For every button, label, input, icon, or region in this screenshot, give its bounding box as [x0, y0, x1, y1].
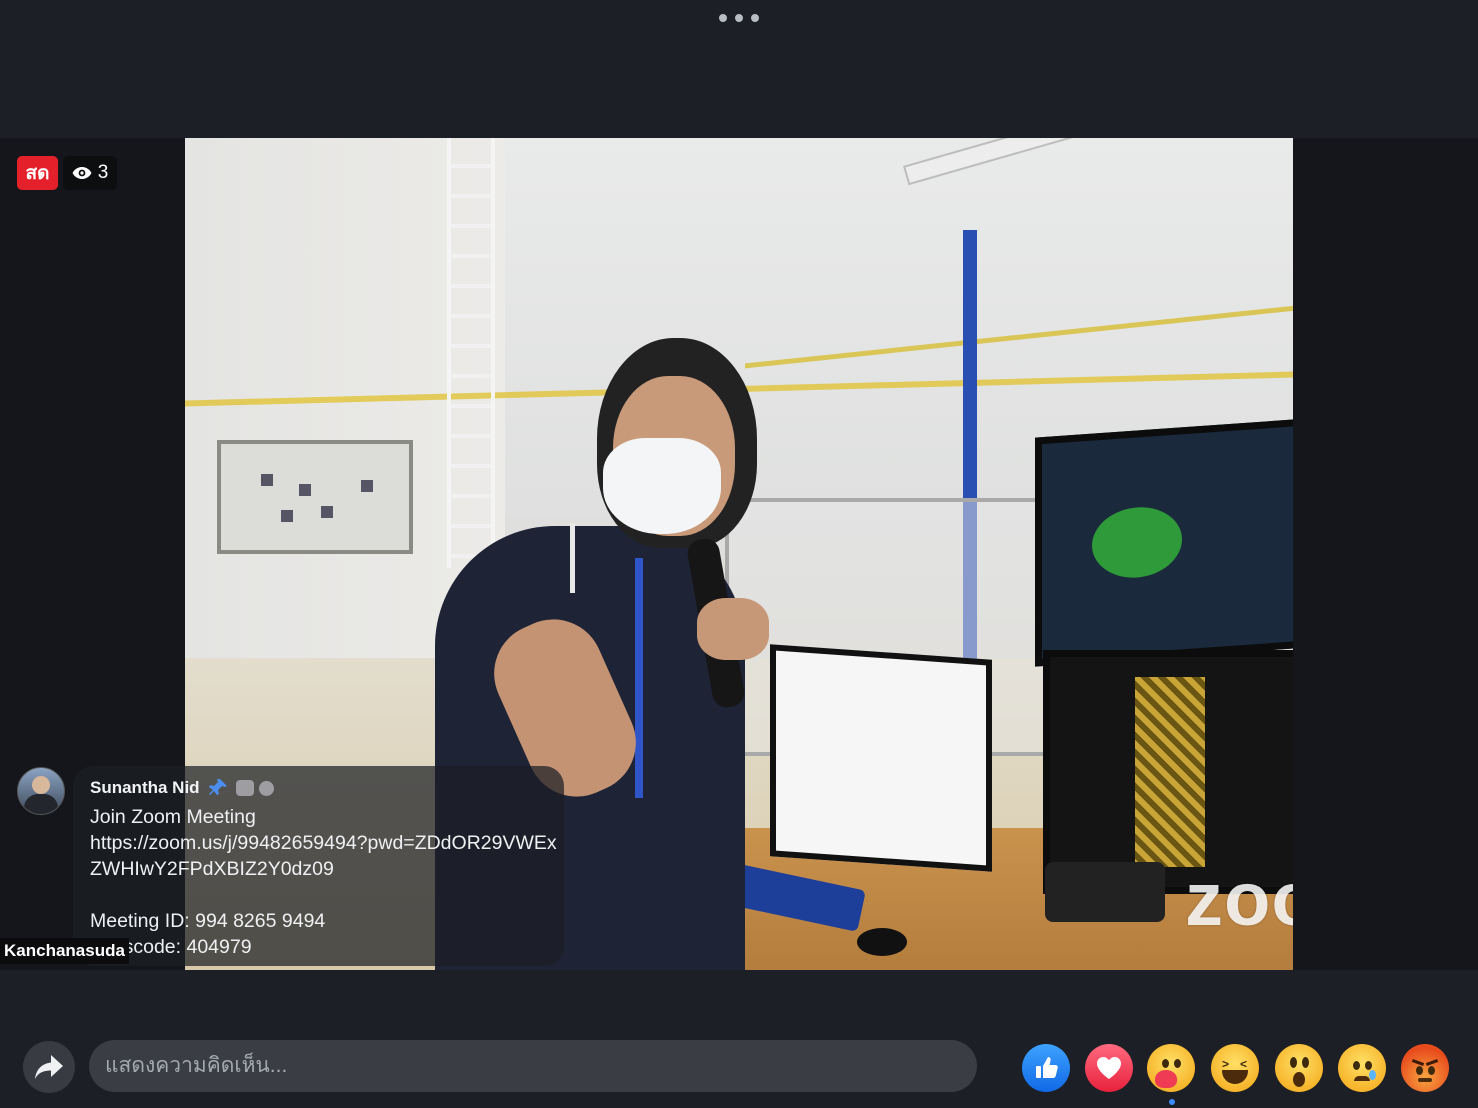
video-ladder: [447, 138, 495, 568]
video-person-hand: [697, 598, 769, 660]
reaction-bar: > <: [1020, 1044, 1460, 1098]
angry-reaction-button[interactable]: [1401, 1044, 1449, 1092]
viewer-count: 3: [97, 162, 109, 183]
share-button[interactable]: [23, 1041, 75, 1093]
haha-reaction-button[interactable]: > <: [1211, 1044, 1259, 1092]
angry-emoji-icon: [1401, 1044, 1449, 1092]
comment-input[interactable]: [89, 1040, 977, 1092]
selected-reaction-indicator: [1169, 1099, 1175, 1105]
viewer-count-badge: 3: [63, 156, 117, 190]
video-mouse: [857, 928, 907, 956]
comment-author[interactable]: Sunantha Nid: [90, 778, 274, 798]
video-lanyard: [635, 558, 643, 798]
video-monitor: [1035, 418, 1293, 667]
comment-author-name: Sunantha Nid: [90, 778, 200, 797]
video-desk-phone: [1045, 862, 1165, 922]
sad-emoji-icon: [1338, 1044, 1386, 1092]
thumbs-up-icon: [1036, 1057, 1058, 1078]
zoom-watermark: zoom: [1185, 857, 1293, 942]
video-ceiling-lamp: [903, 138, 1230, 186]
share-arrow-icon: [35, 1055, 63, 1079]
pin-icon: [208, 779, 227, 795]
care-emoji-icon: [1147, 1044, 1195, 1092]
sad-reaction-button[interactable]: [1338, 1044, 1386, 1092]
wow-reaction-button[interactable]: [1275, 1044, 1323, 1092]
top-fan-badge-icon: [235, 780, 254, 796]
live-badge: สด: [17, 156, 58, 190]
video-monitor: [770, 644, 992, 872]
video-face-mask: [603, 438, 721, 534]
commenter-avatar[interactable]: [17, 767, 65, 815]
comment-text: Join Zoom Meeting https://zoom.us/j/9948…: [90, 806, 557, 958]
care-reaction-button[interactable]: [1147, 1044, 1195, 1092]
author-badges: [235, 780, 274, 796]
laughing-emoji-icon: > <: [1211, 1044, 1259, 1092]
video-rail: [745, 304, 1293, 369]
participant-name-tag: Kanchanasuda: [0, 938, 129, 964]
video-wall-board: [217, 440, 413, 554]
love-reaction-button[interactable]: [1085, 1044, 1133, 1092]
info-badge-icon: [258, 780, 274, 796]
eye-icon: [72, 167, 92, 179]
like-reaction-button[interactable]: [1022, 1044, 1070, 1092]
more-options-icon[interactable]: [719, 10, 759, 26]
heart-icon: [1097, 1057, 1121, 1079]
surprised-emoji-icon: [1275, 1044, 1323, 1092]
